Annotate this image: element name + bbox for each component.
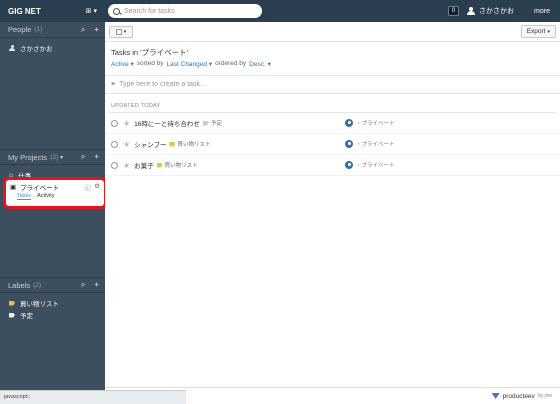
- sidebar-item-label: さかさかお: [20, 46, 53, 53]
- export-label: Export: [526, 28, 546, 35]
- labels-header: Labels (2) ⌕ +: [0, 277, 105, 293]
- project-actions: ⓘ ⚙: [85, 182, 100, 192]
- task-row[interactable]: ★ シャンプー 買い物リスト ・プライベート: [105, 134, 560, 155]
- footer-by: by jive: [537, 393, 552, 399]
- user-name: さかさかお: [479, 8, 515, 15]
- task-row[interactable]: ★ お菓子 買い物リスト ・プライベート: [105, 155, 560, 176]
- gear-icon[interactable]: ⚙: [94, 182, 100, 192]
- network-icon: ⊞: [85, 8, 92, 15]
- task-label[interactable]: 買い物リスト: [156, 161, 198, 169]
- top-bar: GIG NET ⊞ ▾ Search for tasks 0 さかさかお mor…: [0, 0, 560, 22]
- tag-icon: [9, 312, 15, 318]
- export-button[interactable]: Export ▾: [520, 25, 556, 38]
- task-label[interactable]: 買い物リスト: [169, 140, 211, 148]
- add-icon[interactable]: +: [94, 152, 99, 162]
- search-icon: [113, 7, 120, 15]
- sorted-by-text: sorted by: [136, 60, 164, 67]
- projects-header: My Projects (2) ▾ ⌕ +: [0, 149, 105, 165]
- tab-tasks[interactable]: Tasks: [17, 193, 32, 200]
- tag-icon: [169, 141, 176, 147]
- search-input[interactable]: Search for tasks: [108, 4, 262, 18]
- project-name: プライベート: [20, 185, 60, 192]
- avatar: [345, 140, 353, 148]
- select-all-button[interactable]: ▾: [109, 25, 133, 38]
- star-icon[interactable]: ★: [123, 140, 130, 149]
- network-menu-button[interactable]: ⊞ ▾: [86, 7, 97, 15]
- avatar: [345, 161, 353, 169]
- task-assignee[interactable]: ・プライベート: [345, 140, 395, 148]
- org-header: GIG NET ⊞ ▾: [0, 7, 105, 16]
- create-task-input[interactable]: + Type here to create a task...: [105, 75, 560, 94]
- sidebar-item-label-shopping[interactable]: 買い物リスト: [0, 297, 105, 309]
- labels-tools: ⌕ +: [81, 280, 99, 290]
- footer-brand[interactable]: producteev: [503, 393, 535, 400]
- browser-status-bar: javascript:;: [0, 390, 186, 404]
- task-row[interactable]: ★ 16時に一と待ち合わせ 予定 ・プライベート: [105, 113, 560, 134]
- create-task-placeholder: Type here to create a task...: [119, 81, 206, 88]
- labels-count: (2): [33, 281, 42, 289]
- task-toolbar: ▾ Export ▾: [105, 22, 560, 42]
- projects-count: (2): [50, 153, 59, 161]
- sort-field-dropdown[interactable]: Last Changed ▾: [167, 60, 213, 68]
- page-title: Tasks in 'プライベート': [111, 48, 189, 57]
- search-icon[interactable]: ⌕: [81, 152, 85, 162]
- sidebar-item-label: 予定: [20, 313, 33, 320]
- sidebar-item-person[interactable]: さかさかお: [0, 42, 105, 54]
- task-title[interactable]: お菓子: [134, 160, 154, 170]
- chevron-down-icon: ▾: [93, 8, 97, 15]
- search-placeholder: Search for tasks: [124, 7, 175, 15]
- people-header: People (1) ⌕ +: [0, 22, 105, 38]
- checkbox-icon: [115, 28, 122, 35]
- star-icon[interactable]: ★: [123, 119, 130, 128]
- search-icon[interactable]: ⌕: [81, 25, 85, 35]
- tag-icon: [202, 120, 209, 126]
- sidebar-item-label-plans[interactable]: 予定: [0, 309, 105, 321]
- task-assignee[interactable]: ・プライベート: [345, 119, 395, 127]
- projects-title[interactable]: My Projects: [8, 153, 47, 162]
- org-name[interactable]: GIG NET: [8, 7, 41, 16]
- chevron-down-icon[interactable]: ▾: [60, 154, 63, 161]
- people-title: People: [8, 25, 32, 34]
- selected-project-private[interactable]: ▣ プライベート ⓘ ⚙ Tasks Activity: [3, 177, 107, 209]
- complete-checkbox[interactable]: [111, 119, 118, 127]
- people-count: (1): [34, 26, 43, 33]
- ordered-by-text: ordered by: [215, 60, 247, 67]
- user-menu[interactable]: さかさかお: [467, 6, 514, 16]
- chevron-down-icon: ▾: [547, 28, 550, 35]
- complete-checkbox[interactable]: [111, 140, 118, 148]
- tab-activity[interactable]: Activity: [37, 193, 54, 200]
- add-icon[interactable]: +: [94, 280, 99, 290]
- producteev-logo-icon: [491, 393, 500, 399]
- task-title[interactable]: 16時に一と待ち合わせ: [134, 118, 200, 128]
- user-icon: [467, 7, 476, 15]
- task-assignee[interactable]: ・プライベート: [345, 161, 395, 169]
- search-icon[interactable]: ⌕: [81, 280, 85, 290]
- complete-checkbox[interactable]: [111, 161, 118, 169]
- info-icon[interactable]: ⓘ: [85, 182, 92, 192]
- project-tabs: Tasks Activity: [6, 193, 104, 200]
- plus-icon: +: [111, 81, 116, 88]
- top-right-controls: 0 さかさかお more: [447, 6, 560, 16]
- task-filter-row: Active ▾ sorted by Last Changed ▾ ordere…: [105, 58, 560, 68]
- labels-title: Labels: [8, 280, 31, 290]
- chevron-down-icon: ▾: [123, 28, 127, 35]
- avatar: [345, 119, 353, 127]
- order-dropdown[interactable]: Desc. ▾: [249, 60, 271, 68]
- task-label[interactable]: 予定: [202, 119, 222, 127]
- inbox-icon: ▣: [10, 184, 17, 191]
- sidebar-item-label: 買い物リスト: [20, 301, 59, 308]
- people-tools: ⌕ +: [81, 25, 99, 35]
- notification-badge[interactable]: 0: [447, 6, 460, 16]
- user-icon: [9, 45, 15, 51]
- more-menu[interactable]: more: [534, 8, 550, 15]
- tag-icon: [9, 300, 15, 306]
- projects-tools: ⌕ +: [81, 152, 99, 162]
- add-icon[interactable]: +: [94, 25, 99, 35]
- group-label: UPDATED TODAY: [111, 103, 161, 109]
- tag-icon: [156, 162, 163, 168]
- status-filter[interactable]: Active ▾: [111, 60, 134, 68]
- star-icon[interactable]: ★: [123, 161, 130, 170]
- task-title[interactable]: シャンプー: [134, 139, 166, 149]
- main-content: ▾ Export ▾ Tasks in 'プライベート' Active ▾ so…: [105, 22, 560, 390]
